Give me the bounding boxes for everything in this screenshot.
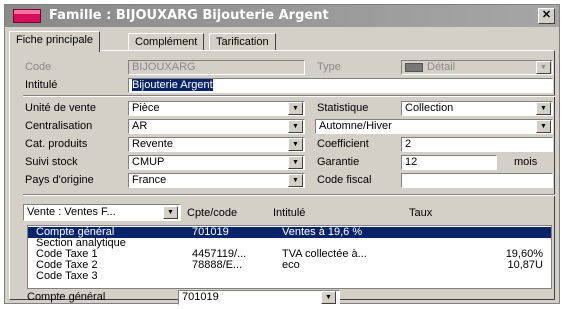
suivi-stock-select[interactable]: CMUP — [128, 155, 305, 170]
close-button[interactable]: ✕ — [538, 8, 555, 24]
list-item[interactable]: Code Taxe 2 78888/E... eco 10,87U — [28, 260, 551, 271]
chevron-down-icon: ▼ — [536, 61, 551, 74]
separator — [23, 194, 555, 196]
list-item[interactable]: Code Taxe 3 — [28, 271, 551, 282]
suivi-stock-label: Suivi stock — [25, 156, 78, 168]
centralisation-select[interactable]: AR — [128, 119, 305, 134]
cat-produits-select[interactable]: Revente — [128, 137, 305, 152]
chevron-down-icon[interactable]: ▼ — [163, 206, 178, 219]
unite-label: Unité de vente — [25, 102, 96, 114]
type-label: Type — [317, 61, 341, 73]
window-icon — [13, 9, 41, 23]
chevron-down-icon[interactable]: ▼ — [536, 120, 551, 133]
garantie-unit: mois — [514, 156, 538, 168]
garantie-field[interactable]: 12 — [401, 155, 497, 170]
code-label: Code — [25, 61, 52, 73]
chevron-down-icon[interactable]: ▼ — [288, 156, 303, 169]
chevron-down-icon[interactable]: ▼ — [288, 102, 303, 115]
intitule-label: Intitulé — [25, 79, 58, 91]
coefficient-label: Coefficient — [317, 138, 369, 150]
type-select: Détail — [401, 60, 553, 75]
accounts-list: Compte général 701019 Ventes à 19,6 % Se… — [27, 225, 552, 289]
code-fiscal-field[interactable] — [401, 173, 553, 188]
chevron-down-icon[interactable]: ▼ — [288, 174, 303, 187]
family-window: Famille : BIJOUXARG Bijouterie Argent ✕ … — [4, 4, 560, 305]
coefficient-field[interactable]: 2 — [401, 137, 553, 152]
chevron-down-icon[interactable]: ▼ — [536, 102, 551, 115]
col-header-intitule[interactable]: Intitulé — [273, 206, 305, 221]
window-title: Famille : BIJOUXARG Bijouterie Argent — [49, 8, 329, 23]
chevron-down-icon[interactable]: ▼ — [288, 138, 303, 151]
statistique-select[interactable]: Collection — [401, 101, 553, 116]
centralisation-label: Centralisation — [25, 120, 93, 132]
statistique-label: Statistique — [317, 102, 369, 114]
tab-tarification[interactable]: Tarification — [209, 33, 276, 51]
separator — [23, 95, 555, 97]
cat-produits-label: Cat. produits — [25, 138, 88, 150]
close-icon: ✕ — [541, 9, 552, 21]
unite-select[interactable]: Pièce — [128, 101, 305, 116]
title-bar[interactable]: Famille : BIJOUXARG Bijouterie Argent ✕ — [5, 5, 559, 27]
vente-selector[interactable]: Vente : Ventes F... — [23, 204, 181, 221]
garantie-label: Garantie — [317, 156, 360, 168]
pays-origine-label: Pays d'origine — [25, 174, 94, 186]
col-header-cpte-code[interactable]: Cpte/code — [187, 206, 237, 221]
intitule-field[interactable]: Bijouterie Argent — [128, 78, 553, 93]
chevron-down-icon[interactable]: ▼ — [321, 291, 336, 304]
detail-icon — [405, 62, 423, 72]
compte-general-select[interactable]: 701019 — [178, 290, 340, 305]
pays-origine-select[interactable]: France — [128, 173, 305, 188]
chevron-down-icon[interactable]: ▼ — [288, 120, 303, 133]
code-fiscal-label: Code fiscal — [317, 174, 372, 186]
col-header-taux[interactable]: Taux — [409, 206, 432, 221]
saison-select[interactable]: Automne/Hiver — [315, 119, 553, 134]
tab-fiche-principale[interactable]: Fiche principale — [9, 31, 101, 52]
code-field: BIJOUXARG — [128, 60, 305, 75]
tab-complement[interactable]: Complément — [128, 33, 205, 51]
compte-general-label: Compte général — [27, 291, 106, 303]
